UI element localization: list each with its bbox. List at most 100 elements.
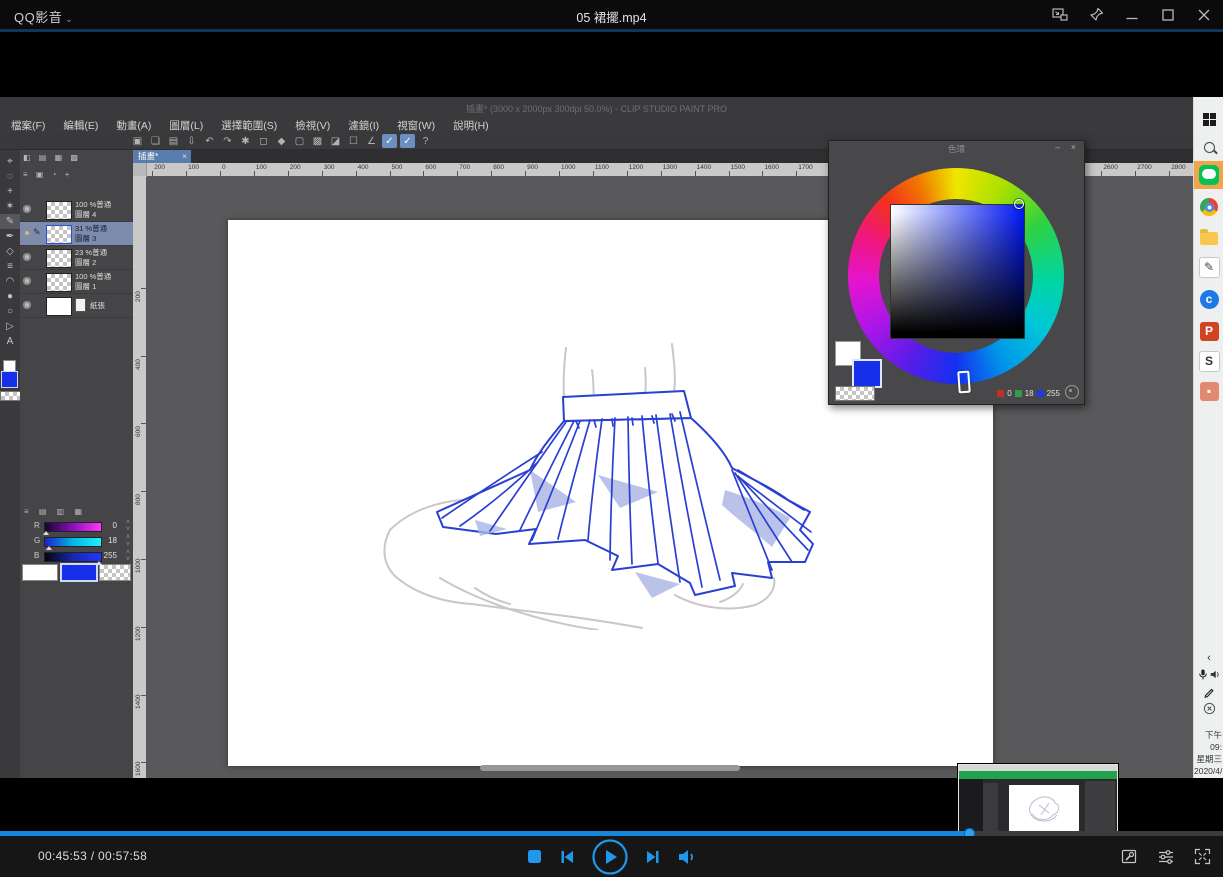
chrome-browser-icon[interactable] <box>1194 193 1223 221</box>
transparent-swatch[interactable] <box>835 386 875 401</box>
file-explorer-icon[interactable] <box>1194 223 1223 251</box>
grid-icon[interactable]: ▩ <box>310 134 325 148</box>
close-tab-icon[interactable]: × <box>182 150 187 163</box>
windows-search-icon[interactable] <box>1194 133 1223 161</box>
navigator-icon[interactable]: ◆ <box>274 134 289 148</box>
menu-濾鏡I[interactable]: 濾鏡(I) <box>339 118 388 133</box>
pin-on-top-icon[interactable] <box>1085 4 1107 26</box>
misc-app-icon[interactable]: ▪ <box>1194 377 1223 405</box>
canvas-tab[interactable]: 插畫*× <box>133 150 191 163</box>
move-tool-icon[interactable]: + <box>0 184 20 199</box>
layer-blend-icons[interactable]: ≡ ▣ ◔ + <box>23 170 72 179</box>
decoration-tool-icon[interactable]: ≡ <box>0 259 20 274</box>
transparent-color-swatch[interactable] <box>0 391 21 401</box>
open-file-icon[interactable]: ▤ <box>166 134 181 148</box>
volume-button[interactable] <box>678 849 697 865</box>
slider-track[interactable] <box>44 537 102 547</box>
powerpoint-icon[interactable]: P <box>1194 317 1223 345</box>
operation-tool-icon[interactable]: ▷ <box>0 319 20 334</box>
fill-tool-icon[interactable]: ● <box>0 289 20 304</box>
menu-選擇範圍S[interactable]: 選擇範圍(S) <box>212 118 286 133</box>
layer-thumbnail[interactable] <box>46 249 72 268</box>
blend-tool-icon[interactable]: ◠ <box>0 274 20 289</box>
minimize-icon[interactable] <box>1121 4 1143 26</box>
line-messenger-icon[interactable] <box>1194 161 1223 189</box>
hue-cursor-icon[interactable] <box>957 371 971 394</box>
menu-圖層L[interactable]: 圖層(L) <box>160 118 212 133</box>
layer-row[interactable]: 23 %普通圖層 2 <box>20 246 133 270</box>
crop-icon[interactable]: ▢ <box>292 134 307 148</box>
lasso-tool-icon[interactable]: ◌ <box>0 169 20 184</box>
tray-audio-icons[interactable] <box>1194 666 1223 683</box>
panel-close-icon[interactable]: – × <box>1055 142 1080 152</box>
text-tool-icon[interactable]: A <box>0 334 20 349</box>
snap-ruler-icon[interactable]: ✓ <box>382 134 397 148</box>
main-color-swatch[interactable] <box>1 371 18 388</box>
menu-編輯E[interactable]: 編輯(E) <box>54 118 107 133</box>
blue-app-icon[interactable]: c <box>1194 285 1223 313</box>
menu-檔案F[interactable]: 檔案(F) <box>2 118 54 133</box>
layer-thumbnail[interactable] <box>46 225 72 244</box>
pen-tool-icon[interactable]: ✎ <box>0 214 20 229</box>
pen-workspace-icon[interactable] <box>1194 683 1223 700</box>
main-color-swatch[interactable] <box>60 563 98 582</box>
snap-angle-icon[interactable]: ∠ <box>364 134 379 148</box>
slider-marker-icon[interactable] <box>96 561 102 565</box>
stop-button[interactable] <box>527 849 542 864</box>
layer-row[interactable]: 100 %普通圖層 1 <box>20 270 133 294</box>
playlist-settings-icon[interactable] <box>1157 849 1175 865</box>
new-file-icon[interactable]: ❏ <box>148 134 163 148</box>
layer-visible-eye-icon[interactable] <box>23 229 31 237</box>
video-display-area[interactable]: 插畫* (3000 x 2000px 300dpi 50.0%) - CLIP … <box>0 32 1223 831</box>
clip-studio-alt-icon[interactable]: S <box>1194 347 1223 375</box>
windows-start-icon[interactable] <box>1194 105 1223 133</box>
menu-動畫A[interactable]: 動畫(A) <box>107 118 160 133</box>
layer-row[interactable]: 100 %普通圖層 4 <box>20 198 133 222</box>
layer-visible-eye-icon[interactable] <box>23 277 31 285</box>
menu-視窗W[interactable]: 視窗(W) <box>388 118 444 133</box>
slider-stepper[interactable]: ˄˅ <box>126 534 130 548</box>
play-button[interactable] <box>592 839 628 875</box>
zoom-tool-icon[interactable]: ⌖ <box>0 154 20 169</box>
close-icon[interactable] <box>1193 4 1215 26</box>
layer-thumbnail[interactable] <box>46 201 72 220</box>
slider-stepper[interactable]: ˄˅ <box>126 519 130 533</box>
sub-color-swatch[interactable] <box>22 564 58 581</box>
undo-icon[interactable]: ↶ <box>202 134 217 148</box>
previous-button[interactable] <box>559 849 575 865</box>
eraser-tool-icon[interactable]: ◇ <box>0 244 20 259</box>
export-icon[interactable]: ⇩ <box>184 134 199 148</box>
slider-panel-tabs[interactable]: ≡ ▤ ▥ ▦ <box>24 507 86 516</box>
shape-tool-icon[interactable]: ○ <box>0 304 20 319</box>
notification-dismiss-icon[interactable] <box>1194 700 1223 717</box>
layer-row[interactable]: ✎31 %普通圖層 3 <box>20 222 133 246</box>
frame-icon[interactable]: ☐ <box>346 134 361 148</box>
redo-icon[interactable]: ↷ <box>220 134 235 148</box>
layer-thumbnail[interactable] <box>46 297 72 316</box>
layer-visible-eye-icon[interactable] <box>23 205 31 213</box>
canvas-horizontal-scrollbar[interactable] <box>480 765 740 771</box>
slider-track[interactable] <box>44 522 102 532</box>
tone-icon[interactable]: ◪ <box>328 134 343 148</box>
wand-tool-icon[interactable]: ✶ <box>0 199 20 214</box>
next-button[interactable] <box>645 849 661 865</box>
brush-tool-icon[interactable]: ✒ <box>0 229 20 244</box>
panel-tab-icons[interactable]: ◧ ▤ ▦ ▩ <box>23 153 81 162</box>
saturation-value-square[interactable] <box>890 204 1025 339</box>
clip-studio-icon[interactable]: ✎ <box>1194 253 1223 281</box>
mini-mode-icon[interactable] <box>1049 4 1071 26</box>
main-color-swatch[interactable] <box>852 359 882 388</box>
sv-cursor-icon[interactable] <box>1014 199 1024 209</box>
layer-visible-eye-icon[interactable] <box>23 253 31 261</box>
deselect-icon[interactable]: ◻ <box>256 134 271 148</box>
settings-gear-icon[interactable]: ✱ <box>238 134 253 148</box>
menu-檢視V[interactable]: 檢視(V) <box>286 118 339 133</box>
tray-expand-icon[interactable]: ‹ <box>1194 649 1223 666</box>
taskbar-clock[interactable]: 下午 09: 星期三 2020/4/ <box>1194 729 1222 777</box>
layer-visible-eye-icon[interactable] <box>23 301 31 309</box>
layer-row[interactable]: 紙張 <box>20 294 133 318</box>
help-icon[interactable]: ? <box>418 134 433 148</box>
color-mode-icon[interactable] <box>1065 385 1079 399</box>
menu-說明H[interactable]: 說明(H) <box>444 118 498 133</box>
screenshot-tools-icon[interactable] <box>1121 848 1138 865</box>
